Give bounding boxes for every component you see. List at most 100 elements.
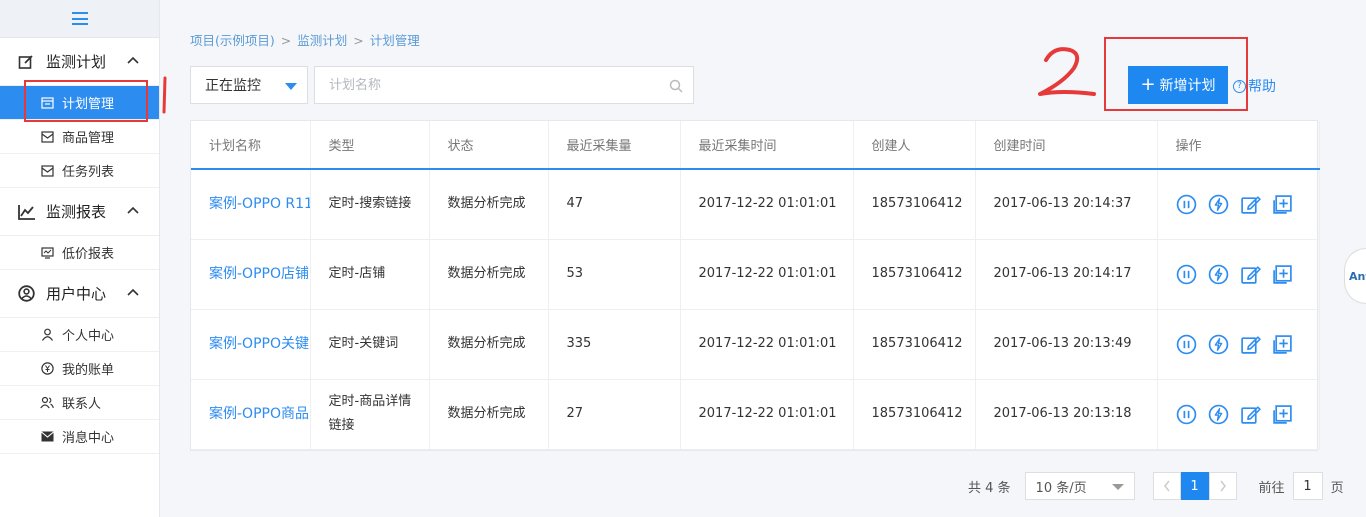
sidebar-item-my-bills[interactable]: 我的账单 — [0, 352, 159, 386]
prev-page-button[interactable] — [1152, 472, 1181, 500]
pager: 1 — [1152, 472, 1237, 500]
main-content: 项目(示例项目) > 监测计划 > 计划管理 正在监控 + 新增计划 ? 帮助 计划名称… — [160, 0, 1366, 517]
lightning-circle-icon[interactable] — [1208, 334, 1229, 355]
breadcrumb-item[interactable]: 监测计划 — [297, 33, 347, 48]
caret-down-icon — [285, 83, 297, 90]
row-actions-cell — [1157, 169, 1320, 240]
creator-cell: 18573106412 — [853, 309, 976, 380]
collect-count-cell: 53 — [548, 239, 681, 310]
column-header: 类型 — [310, 121, 430, 170]
pagination: 共 4 条 10 条/页 1 前往 1 页 — [968, 472, 1344, 500]
contacts-icon — [40, 396, 54, 410]
created-time-cell: 2017-06-13 20:14:37 — [975, 169, 1158, 240]
column-header: 创建时间 — [975, 121, 1158, 170]
page-size-select[interactable]: 10 条/页 — [1024, 472, 1135, 500]
plan-status-cell: 数据分析完成 — [429, 379, 549, 450]
last-collect-time-cell: 2017-12-22 01:01:01 — [680, 309, 854, 380]
menu-icon — [71, 12, 88, 25]
last-collect-time-cell: 2017-12-22 01:01:01 — [680, 379, 854, 450]
add-square-icon[interactable] — [1272, 334, 1293, 355]
status-filter-select[interactable]: 正在监控 — [190, 66, 308, 104]
edit-icon[interactable] — [1240, 404, 1261, 425]
plan-status-cell: 数据分析完成 — [429, 169, 549, 240]
pause-circle-icon[interactable] — [1176, 264, 1197, 285]
sidebar-item-message-center[interactable]: 消息中心 — [0, 420, 159, 454]
help-link[interactable]: ? 帮助 — [1233, 76, 1276, 96]
edit-icon[interactable] — [1240, 264, 1261, 285]
pause-circle-icon[interactable] — [1176, 194, 1197, 215]
plan-name-link[interactable]: 案例-OPPO关键 — [191, 309, 311, 380]
breadcrumb-item[interactable]: 项目(示例项目) — [190, 33, 275, 48]
calendar-icon — [40, 96, 54, 110]
search-icon[interactable] — [669, 79, 683, 93]
lightning-circle-icon[interactable] — [1208, 264, 1229, 285]
plan-name-link[interactable]: 案例-OPPO店铺 — [191, 239, 311, 310]
add-square-icon[interactable] — [1272, 404, 1293, 425]
row-actions — [1176, 264, 1319, 285]
plan-type-cell: 定时-店铺 — [310, 239, 430, 310]
sidebar-item-low-price-report[interactable]: 低价报表 — [0, 236, 159, 270]
creator-cell: 18573106412 — [853, 379, 976, 450]
creator-cell: 18573106412 — [853, 169, 976, 240]
yen-icon — [40, 362, 54, 376]
caret-down-icon — [1111, 484, 1124, 490]
sidebar-item-label: 商品管理 — [62, 131, 115, 146]
column-header: 最近采集时间 — [680, 121, 854, 170]
lightning-circle-icon[interactable] — [1208, 194, 1229, 215]
question-circle-icon: ? — [1233, 79, 1246, 93]
edge-badge-text: Ant — [1349, 269, 1366, 283]
sidebar-toggle[interactable] — [0, 0, 159, 38]
add-plan-button[interactable]: + 新增计划 — [1128, 66, 1228, 104]
sidebar-item-plan-management[interactable]: 计划管理 — [0, 86, 159, 120]
sidebar-item-product-management[interactable]: 商品管理 — [0, 120, 159, 154]
sidebar-item-personal-center[interactable]: 个人中心 — [0, 318, 159, 352]
sidebar-group-label: 用户中心 — [46, 285, 107, 303]
status-filter-value: 正在监控 — [205, 78, 261, 94]
created-time-cell: 2017-06-13 20:13:18 — [975, 379, 1158, 450]
sidebar-item-label: 低价报表 — [62, 247, 115, 262]
user-circle-icon — [18, 285, 40, 303]
edit-icon[interactable] — [1240, 194, 1261, 215]
collect-count-cell: 27 — [548, 379, 681, 450]
sidebar-item-task-list[interactable]: 任务列表 — [0, 154, 159, 188]
plan-name-link[interactable]: 案例-OPPO R11 — [191, 169, 311, 240]
next-page-button[interactable] — [1208, 472, 1237, 500]
column-header: 状态 — [429, 121, 549, 170]
row-actions — [1176, 194, 1319, 215]
page-number-button[interactable]: 1 — [1180, 472, 1209, 500]
plan-type-cell: 定时-商品详情链接 — [310, 379, 430, 450]
table-row: 案例-OPPO店铺 定时-店铺 数据分析完成 53 2017-12-22 01:01:0… — [191, 239, 1320, 310]
sidebar: 监测计划 计划管理 商品管理 任务列表 监测报表 低价报表 用户中心 个人中心 … — [0, 0, 160, 517]
pause-circle-icon[interactable] — [1176, 334, 1197, 355]
created-time-cell: 2017-06-13 20:14:17 — [975, 239, 1158, 310]
sidebar-group-label: 监测报表 — [46, 203, 107, 221]
sidebar-group-monitor-report[interactable]: 监测报表 — [0, 188, 159, 236]
created-time-cell: 2017-06-13 20:13:49 — [975, 309, 1158, 380]
sidebar-group-label: 监测计划 — [46, 53, 107, 71]
breadcrumb-separator: > — [280, 33, 292, 48]
creator-cell: 18573106412 — [853, 239, 976, 310]
chevron-right-icon — [1219, 480, 1226, 492]
add-square-icon[interactable] — [1272, 194, 1293, 215]
chevron-up-icon — [127, 56, 139, 64]
pause-circle-icon[interactable] — [1176, 404, 1197, 425]
sidebar-item-contacts[interactable]: 联系人 — [0, 386, 159, 420]
annotation-number-two — [1038, 47, 1096, 96]
sidebar-group-user-center[interactable]: 用户中心 — [0, 270, 159, 318]
sidebar-group-monitor-plan[interactable]: 监测计划 — [0, 38, 159, 86]
edit-icon[interactable] — [1240, 334, 1261, 355]
lightning-circle-icon[interactable] — [1208, 404, 1229, 425]
sidebar-item-label: 计划管理 — [62, 97, 115, 112]
chevron-left-icon — [1163, 480, 1170, 492]
mail-icon — [40, 164, 54, 178]
search-box — [314, 66, 694, 104]
goto-page-input[interactable]: 1 — [1292, 472, 1323, 500]
table-row: 案例-OPPO商品 定时-商品详情链接 数据分析完成 27 2017-12-22 01:… — [191, 379, 1320, 450]
plan-name-search-input[interactable] — [315, 67, 693, 103]
plan-name-link[interactable]: 案例-OPPO商品 — [191, 379, 311, 450]
plan-status-cell: 数据分析完成 — [429, 309, 549, 380]
add-square-icon[interactable] — [1272, 264, 1293, 285]
table-header-row: 计划名称 类型 状态 最近采集量 最近采集时间 创建人 创建时间 操作 — [191, 121, 1320, 170]
breadcrumb: 项目(示例项目) > 监测计划 > 计划管理 — [190, 30, 420, 49]
sidebar-item-label: 消息中心 — [62, 431, 115, 446]
